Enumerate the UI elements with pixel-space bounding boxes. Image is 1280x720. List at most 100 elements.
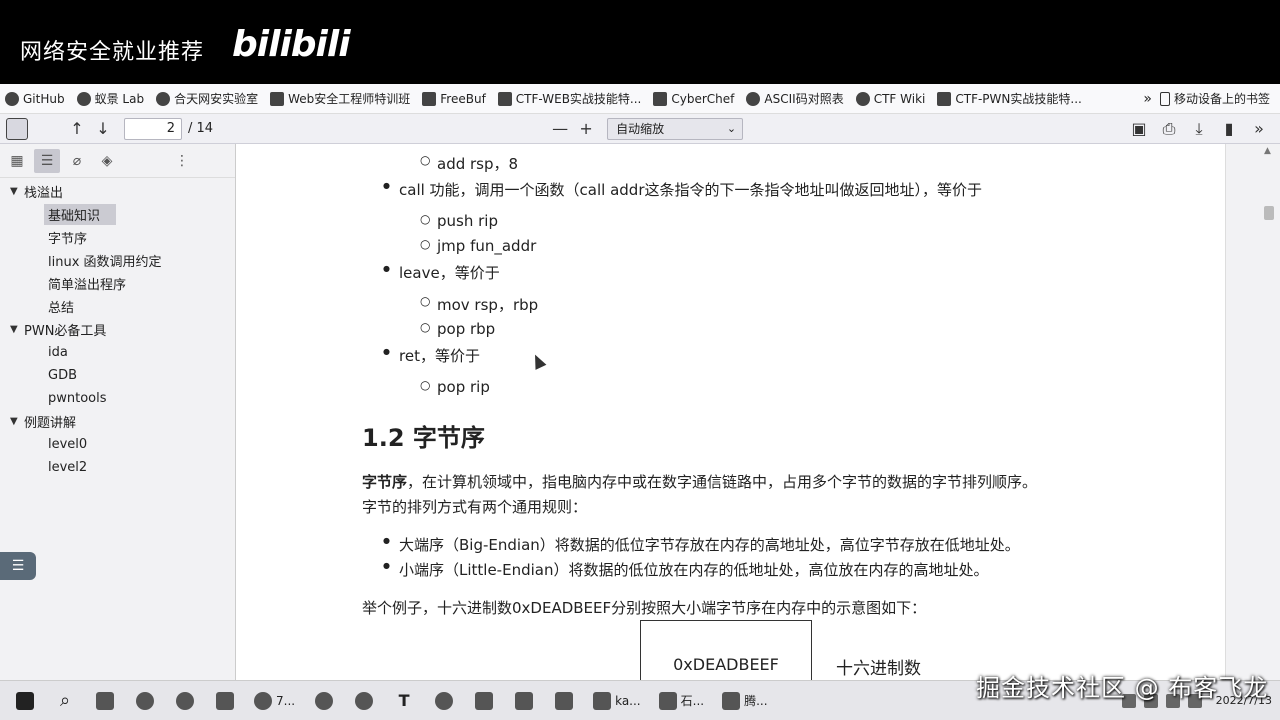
chat-icon <box>136 691 154 710</box>
taskbar-app-3[interactable] <box>168 686 202 716</box>
arrow-down-icon: ↓ <box>96 119 110 138</box>
current-view-button[interactable]: ▮ <box>1214 117 1244 141</box>
bilibili-logo: bilibili <box>232 24 351 65</box>
arrow-up-icon: ↑ <box>70 119 84 138</box>
shield-icon <box>156 91 171 106</box>
vertical-scrollbar[interactable]: ▲ <box>1262 144 1274 680</box>
windows-icon <box>16 691 34 710</box>
outline-item-endianness[interactable]: 字节序 <box>0 226 235 249</box>
bookmark-hetian[interactable]: 合天网安实验室 <box>151 90 263 107</box>
scrollbar-thumb[interactable] <box>1264 206 1274 220</box>
section-heading: 1.2 字节序 <box>362 424 485 452</box>
previous-page-button[interactable]: ↑ <box>64 117 90 141</box>
taskbar-firefox[interactable]: 7... <box>248 686 301 716</box>
bookmark-icon: ▮ <box>1224 119 1234 138</box>
bookmark-cyberchef[interactable]: CyberChef <box>648 91 739 106</box>
thumbnails-button[interactable]: ▦ <box>4 149 30 173</box>
mobile-bookmarks[interactable]: 移动设备上的书签 <box>1159 90 1280 107</box>
page-number-input[interactable]: 2 <box>124 117 182 140</box>
outline-item-basics[interactable]: 基础知识 <box>0 203 235 226</box>
circle-app-icon <box>355 691 374 710</box>
outline-sidebar: ▦ ☰ ⌀ ◈ ⋮ ▼ 栈溢出 基础知识 字节序 linux 函数调用约定 简单溢… <box>0 144 236 680</box>
outline-item-level0[interactable]: level0 <box>0 433 235 456</box>
floating-menu-handle[interactable]: ☰ <box>0 552 36 580</box>
save-button[interactable]: ⤓ <box>1184 117 1214 141</box>
outline-item-stack-overflow[interactable]: ▼ 栈溢出 <box>0 180 235 203</box>
taskbar-app-4[interactable] <box>208 686 242 716</box>
plus-icon: + <box>579 119 593 138</box>
taskbar-tencent[interactable]: 腾... <box>716 686 773 716</box>
presentation-mode-button[interactable]: ▣ <box>1124 117 1154 141</box>
layers-button[interactable]: ◈ <box>94 149 120 173</box>
bookmark-ctf-pwn[interactable]: CTF-PWN实战技能特... <box>932 90 1086 107</box>
scroll-up-icon[interactable]: ▲ <box>1264 146 1271 156</box>
taskbar-app-2[interactable] <box>128 686 162 716</box>
outline-item-simple-overflow[interactable]: 简单溢出程序 <box>0 272 235 295</box>
bookmark-github[interactable]: GitHub <box>0 91 70 106</box>
outline-item-gdb[interactable]: GDB <box>0 364 235 387</box>
triangle-down-icon[interactable]: ▼ <box>10 186 24 197</box>
pdf-viewer: add rsp，8 call 功能，调用一个函数（call addr这条指令的下… <box>236 144 1280 680</box>
outline-item-pwn-tools[interactable]: ▼ PWN必备工具 <box>0 318 235 341</box>
doc-example: 举个例子，十六进制数0xDEADBEEF分别按照大小端字节序在内存中的示意图如下… <box>362 599 927 617</box>
outline-item-ida[interactable]: ida <box>0 341 235 364</box>
tools-button[interactable]: » <box>1244 117 1274 141</box>
next-page-button[interactable]: ↓ <box>90 117 116 141</box>
ctfwiki-icon <box>855 91 870 106</box>
zoom-select[interactable]: 自动缩放 ⌄ <box>607 117 744 140</box>
outline-item-level2[interactable]: level2 <box>0 456 235 479</box>
attachments-button[interactable]: ⌀ <box>64 149 90 173</box>
taskbar-kali[interactable]: ka... <box>587 686 647 716</box>
zoom-out-button[interactable]: — <box>547 117 573 141</box>
bookmarks-more-button[interactable]: » <box>1135 91 1160 107</box>
pdf-page: add rsp，8 call 功能，调用一个函数（call addr这条指令的下… <box>236 144 1226 680</box>
outline-item-pwntools[interactable]: pwntools <box>0 387 235 410</box>
bookmark-ascii[interactable]: ASCII码对照表 <box>741 90 848 107</box>
video-banner: 网络安全就业推荐 bilibili <box>0 0 1280 84</box>
outline-locate-icon: ⋮ <box>175 152 189 169</box>
triangle-down-icon[interactable]: ▼ <box>10 324 24 335</box>
taskbar-app-8[interactable] <box>507 686 541 716</box>
outline-button[interactable]: ☰ <box>34 148 60 173</box>
search-button[interactable]: ⌕ <box>48 686 82 716</box>
diamond-icon <box>270 91 285 106</box>
double-chevron-icon: » <box>1254 119 1264 138</box>
hex-value-box: 0xDEADBEEF <box>640 620 812 680</box>
presentation-icon: ▣ <box>1131 119 1147 138</box>
taskbar-typora[interactable]: T <box>387 686 421 716</box>
bookmark-freebuf[interactable]: FreeBuf <box>417 91 491 106</box>
outline-item-examples[interactable]: ▼ 例题讲解 <box>0 410 235 433</box>
taskbar-app-6[interactable] <box>427 686 461 716</box>
triangle-down-icon[interactable]: ▼ <box>10 416 24 427</box>
pdf-toolbar: ↑ ↓ 2 / 14 — + 自动缩放 ⌄ ▣ ⎙ ⤓ ▮ » <box>0 114 1280 144</box>
doc-icon <box>658 691 677 710</box>
bookmark-ctf-web[interactable]: CTF-WEB实战技能特... <box>493 90 647 107</box>
zoom-in-button[interactable]: + <box>573 117 599 141</box>
sidebar-toggle-button[interactable] <box>6 117 28 140</box>
bookmark-ctf-wiki[interactable]: CTF Wiki <box>851 91 931 106</box>
taskbar-edge[interactable] <box>307 686 341 716</box>
compass-icon <box>435 691 454 710</box>
outline-item-calling-convention[interactable]: linux 函数调用约定 <box>0 249 235 272</box>
bookmark-ant-lab[interactable]: 蚁景 Lab <box>72 90 149 107</box>
bookmark-web-training[interactable]: Web安全工程师特训班 <box>265 90 415 107</box>
printer-icon: ⎙ <box>1162 118 1176 138</box>
doc-pop-rip: pop rip <box>420 378 490 396</box>
doc-push-rip: push rip <box>420 212 498 230</box>
diamond-icon <box>497 91 512 106</box>
find-current-outline-button[interactable]: ⋮ <box>169 149 195 173</box>
print-button[interactable]: ⎙ <box>1154 117 1184 141</box>
taskbar-app-1[interactable] <box>88 686 122 716</box>
app-icon <box>96 691 114 710</box>
terminal-icon <box>216 691 234 710</box>
chevron-down-icon: ⌄ <box>726 121 737 135</box>
start-button[interactable] <box>8 686 42 716</box>
taskbar-app-7[interactable] <box>467 686 501 716</box>
taskbar-app-5[interactable] <box>347 686 381 716</box>
taskbar-stone[interactable]: 石... <box>653 686 710 716</box>
ant-icon <box>76 91 91 106</box>
layers-icon: ◈ <box>101 152 113 169</box>
download-icon: ⤓ <box>1195 118 1203 138</box>
outline-item-summary[interactable]: 总结 <box>0 295 235 318</box>
taskbar-app-9[interactable] <box>547 686 581 716</box>
